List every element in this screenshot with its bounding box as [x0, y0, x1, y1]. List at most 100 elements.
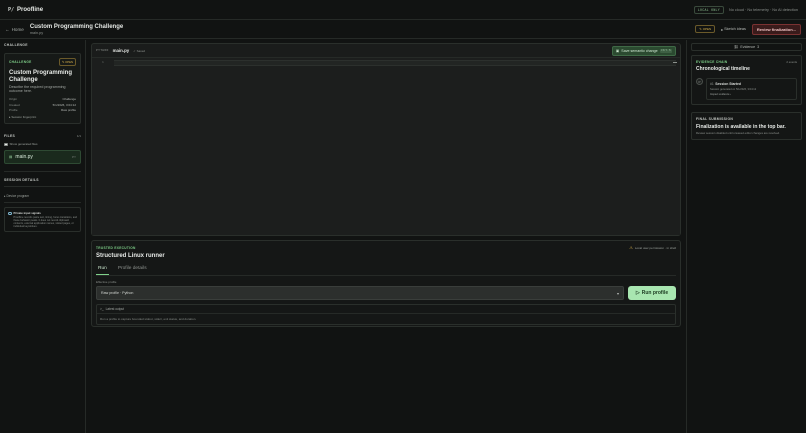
page-title: Custom Programming Challenge: [29, 23, 124, 30]
home-link[interactable]: ← Home: [5, 27, 24, 32]
play-icon: ▸: [721, 27, 724, 32]
status-badge: ✎ OPEN: [695, 25, 716, 33]
privacy-note: Private input signals Proofline records …: [4, 207, 81, 233]
meta-origin: Origin Challenge: [9, 97, 76, 101]
home-label: Home: [11, 26, 24, 32]
timeline-dot: P: [696, 78, 703, 85]
session-fingerprint-link[interactable]: ▸ Session fingerprint: [9, 115, 76, 119]
show-generated-label: Show generated files: [9, 142, 38, 147]
file-name: main.py: [15, 154, 33, 161]
line-number: 1: [102, 61, 104, 64]
meta-key: Created: [9, 102, 20, 107]
language-label: PYTHON: [96, 49, 109, 52]
final-title: Finalization is available in the top bar…: [696, 123, 786, 130]
privacy-text: No cloud · No telemetry · No AI detectio…: [728, 7, 798, 12]
runner-tabs: Run Profile details: [96, 264, 676, 276]
minimap-marker: [673, 62, 677, 63]
saved-status: ✓ Saved: [133, 48, 146, 53]
save-label: Save semantic change: [621, 48, 658, 53]
open-badge: ✎ OPEN: [58, 58, 76, 66]
current-file: main.py: [29, 30, 44, 35]
file-type: PY: [71, 155, 76, 160]
output-panel: >_ Latest output Run a profile to captur…: [96, 304, 676, 325]
evidence-chain-card: EVIDENCE CHAIN 2 events Chronological ti…: [691, 55, 802, 105]
shortcut-badge: Ctrl S: [659, 48, 672, 53]
save-semantic-change-button[interactable]: ▣ Save semantic change Ctrl S: [611, 45, 676, 56]
evidence-label: Evidence: [740, 45, 756, 49]
trusted-execution-label: TRUSTED EXECUTION: [96, 245, 136, 250]
top-bar: P/ Proofline LOCAL ONLY No cloud · No te…: [0, 0, 806, 20]
files-label: FILES: [4, 134, 16, 139]
runner-panel: TRUSTED EXECUTION ⚠ Local user permissio…: [91, 240, 681, 327]
output-title: Latest output: [105, 307, 125, 311]
challenge-description: Describe the required programming outcom…: [9, 85, 66, 94]
run-label: Run profile: [641, 290, 669, 296]
note-body: Proofline records paste text, timing, fo…: [13, 215, 78, 229]
meta-value: Challenge: [62, 96, 76, 101]
device-program-link[interactable]: ▸ Device program: [4, 194, 81, 198]
permission-warning: ⚠ Local user permission · in shell: [629, 245, 676, 250]
evidence-count: 3: [757, 45, 760, 49]
meta-value: 5/1/2026, 3:04:12: [52, 102, 76, 107]
tab-profile-details[interactable]: Profile details: [116, 264, 149, 275]
sketch-ideas-button[interactable]: ▸ Sketch ideas: [719, 25, 748, 34]
logo-icon: P/: [8, 6, 15, 13]
effective-profile-label: Effective profile: [96, 280, 117, 284]
runner-title: Structured Linux runner: [96, 253, 165, 259]
arrow-left-icon: ←: [5, 26, 10, 32]
saved-label: Saved: [136, 48, 146, 53]
chevron-down-icon: ▾: [616, 290, 619, 296]
line-gutter: [92, 58, 114, 235]
profile-select[interactable]: Raw profile · Python ▾: [96, 286, 624, 300]
challenge-meta: Origin Challenge Created 5/1/2026, 3:04:12…: [9, 97, 76, 113]
output-header[interactable]: >_ Latest output: [97, 305, 675, 314]
challenge-card: CHALLENGE ✎ OPEN Custom Programming Chal…: [4, 53, 81, 125]
session-details-label: SESSION DETAILS: [4, 178, 39, 183]
show-generated-toggle[interactable]: Show generated files: [4, 142, 81, 146]
event-description: Session generated on 5/1/2026, 3:04:12: [710, 87, 757, 91]
challenge-section-label: CHALLENGE: [4, 43, 28, 47]
run-profile-button[interactable]: ▷ Run profile: [628, 286, 676, 300]
brand[interactable]: P/ Proofline: [8, 7, 43, 13]
file-icon: ▤: [9, 155, 13, 160]
inspect-evidence-link[interactable]: Inspect evidence ›: [710, 93, 793, 96]
current-line-highlight: [114, 60, 676, 66]
terminal-icon: >_: [100, 307, 104, 311]
output-body: Run a profile to capture bounded stdout,…: [100, 317, 197, 321]
final-submission-label: FINAL SUBMISSION: [696, 116, 734, 121]
link-icon: ⛓: [733, 45, 739, 49]
events-count: 2 events: [786, 60, 797, 64]
final-description: Review session disabled until unsaved ed…: [696, 130, 780, 135]
timeline-event-card[interactable]: #1 Session Started Session generated on …: [706, 78, 797, 100]
editor-toolbar: PYTHON main.py ✓ Saved ▣ Save semantic c…: [92, 44, 680, 58]
checkbox[interactable]: [4, 142, 8, 147]
open-label: OPEN: [65, 60, 73, 64]
local-only-badge: LOCAL ONLY: [693, 5, 724, 14]
meta-created: Created 5/1/2026, 3:04:12: [9, 103, 76, 107]
tab-run[interactable]: Run: [96, 264, 109, 275]
event-title: Session Started: [715, 82, 741, 86]
divider: [4, 202, 81, 204]
review-finalization-button[interactable]: Review finalization...: [751, 23, 801, 35]
info-icon: [8, 211, 12, 216]
evidence-chain-label: EVIDENCE CHAIN: [696, 60, 728, 64]
session-header: ← Home Custom Programming Challenge main…: [0, 20, 806, 39]
sketch-label: Sketch ideas: [724, 27, 746, 31]
inspect-label: Inspect evidence: [710, 92, 730, 96]
challenge-title: Custom Programming Challenge: [9, 70, 73, 83]
timeline-title: Chronological timeline: [696, 66, 750, 72]
warning-text: Local user permission · in shell: [634, 245, 676, 250]
right-sidebar: ⛓ Evidence 3 EVIDENCE CHAIN 2 events Chr…: [686, 40, 806, 433]
event-index: #1: [710, 82, 714, 86]
meta-profile: Profile Raw profile: [9, 108, 76, 112]
file-item-main-py[interactable]: ▤ main.py PY: [4, 150, 81, 165]
play-icon: ▷: [635, 290, 640, 296]
divider: [4, 186, 81, 188]
editor-text-area[interactable]: 1: [92, 58, 680, 235]
warning-icon: ⚠: [629, 245, 633, 250]
pencil-icon: ✎: [699, 27, 702, 31]
evidence-button[interactable]: ⛓ Evidence 3: [691, 43, 802, 51]
app-name: Proofline: [17, 6, 44, 13]
challenge-card-label: CHALLENGE: [9, 60, 32, 64]
timeline-item: P #1 Session Started Session generated o…: [696, 78, 797, 100]
